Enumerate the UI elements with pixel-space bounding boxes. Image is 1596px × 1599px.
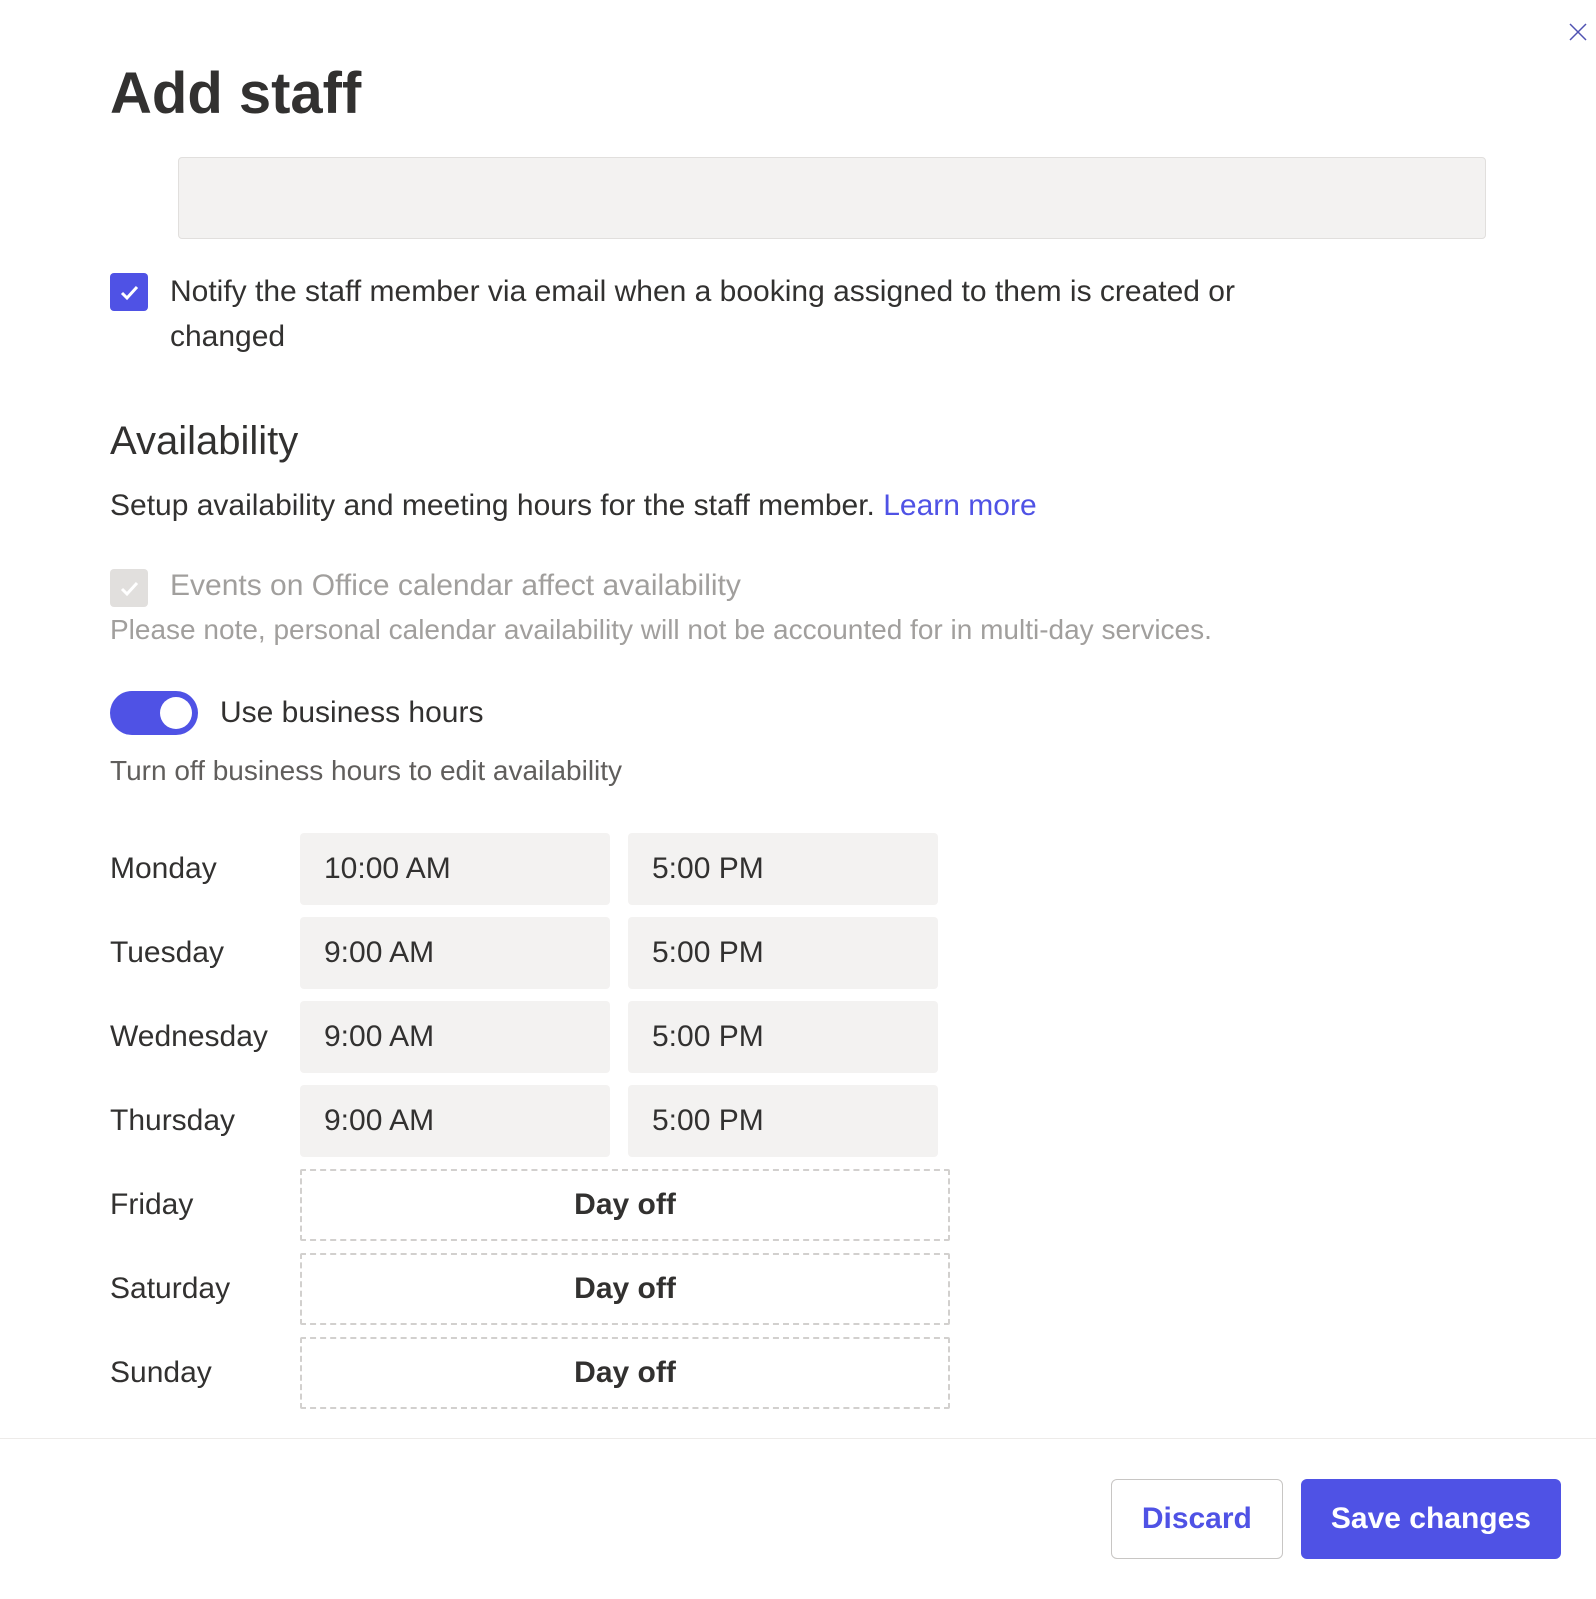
close-button[interactable] [1566, 20, 1596, 50]
notify-email-label: Notify the staff member via email when a… [170, 269, 1330, 359]
day-label: Thursday [110, 1104, 300, 1138]
toggle-knob [160, 697, 192, 729]
end-time-field[interactable]: 5:00 PM [628, 1001, 938, 1073]
day-off-box: Day off [300, 1337, 950, 1409]
check-icon [117, 576, 141, 600]
day-off-box: Day off [300, 1253, 950, 1325]
start-time-field[interactable]: 9:00 AM [300, 917, 610, 989]
calendar-affect-checkbox [110, 569, 148, 607]
business-hours-hint: Turn off business hours to edit availabi… [110, 755, 1486, 787]
end-time-field[interactable]: 5:00 PM [628, 833, 938, 905]
use-business-hours-label: Use business hours [220, 696, 483, 730]
save-button[interactable]: Save changes [1301, 1479, 1561, 1559]
schedule-row: Wednesday9:00 AM5:00 PM [110, 995, 1486, 1079]
schedule-row: FridayDay off [110, 1163, 1486, 1247]
calendar-note: Please note, personal calendar availabil… [110, 614, 1486, 646]
day-label: Tuesday [110, 936, 300, 970]
day-off-box: Day off [300, 1169, 950, 1241]
schedule-row: Monday10:00 AM5:00 PM [110, 827, 1486, 911]
day-label: Monday [110, 852, 300, 886]
check-icon [117, 280, 141, 304]
page-title: Add staff [110, 60, 1486, 127]
footer: Discard Save changes [0, 1438, 1596, 1599]
learn-more-link[interactable]: Learn more [883, 489, 1036, 522]
start-time-field[interactable]: 9:00 AM [300, 1085, 610, 1157]
start-time-field[interactable]: 9:00 AM [300, 1001, 610, 1073]
use-business-hours-toggle[interactable] [110, 691, 198, 735]
schedule-row: SaturdayDay off [110, 1247, 1486, 1331]
notify-email-checkbox[interactable] [110, 273, 148, 311]
schedule-row: Tuesday9:00 AM5:00 PM [110, 911, 1486, 995]
schedule-row: SundayDay off [110, 1331, 1486, 1415]
discard-button[interactable]: Discard [1111, 1479, 1283, 1559]
day-label: Friday [110, 1188, 300, 1222]
day-label: Saturday [110, 1272, 300, 1306]
day-label: Sunday [110, 1356, 300, 1390]
start-time-field[interactable]: 10:00 AM [300, 833, 610, 905]
end-time-field[interactable]: 5:00 PM [628, 1085, 938, 1157]
end-time-field[interactable]: 5:00 PM [628, 917, 938, 989]
availability-title: Availability [110, 419, 1486, 464]
role-description-box [178, 157, 1486, 239]
calendar-affect-label: Events on Office calendar affect availab… [170, 563, 741, 608]
availability-description-text: Setup availability and meeting hours for… [110, 489, 875, 522]
close-icon [1566, 20, 1590, 44]
availability-description: Setup availability and meeting hours for… [110, 489, 1486, 523]
day-label: Wednesday [110, 1020, 300, 1054]
schedule-table: Monday10:00 AM5:00 PMTuesday9:00 AM5:00 … [110, 827, 1486, 1415]
schedule-row: Thursday9:00 AM5:00 PM [110, 1079, 1486, 1163]
